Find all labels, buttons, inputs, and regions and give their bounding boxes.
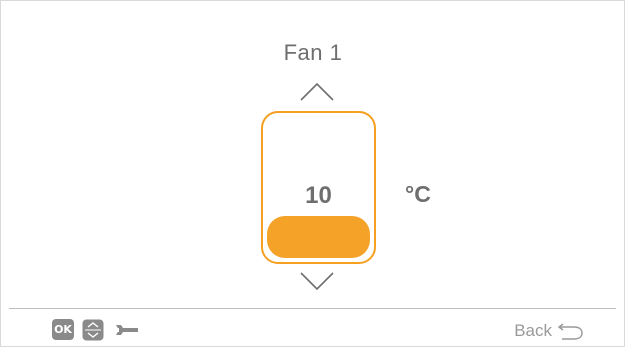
gauge-level-fill [267, 216, 370, 258]
back-button[interactable]: Back [514, 319, 584, 343]
setpoint-gauge[interactable]: 10 [261, 111, 376, 264]
thermostat-screen: Fan 1 10 °C OK Back [0, 0, 625, 347]
temperature-unit: °C [405, 181, 431, 207]
ok-key-icon[interactable]: OK [52, 319, 74, 340]
setpoint-value: 10 [305, 182, 332, 209]
back-arrow-icon [558, 321, 584, 341]
increase-arrow-icon[interactable] [297, 80, 337, 102]
back-label: Back [514, 321, 552, 340]
up-down-nav-icon[interactable] [82, 319, 104, 341]
wrench-icon[interactable] [114, 319, 140, 341]
screen-title: Fan 1 [283, 40, 343, 65]
decrease-arrow-icon[interactable] [297, 271, 337, 293]
footer-divider [9, 308, 616, 309]
